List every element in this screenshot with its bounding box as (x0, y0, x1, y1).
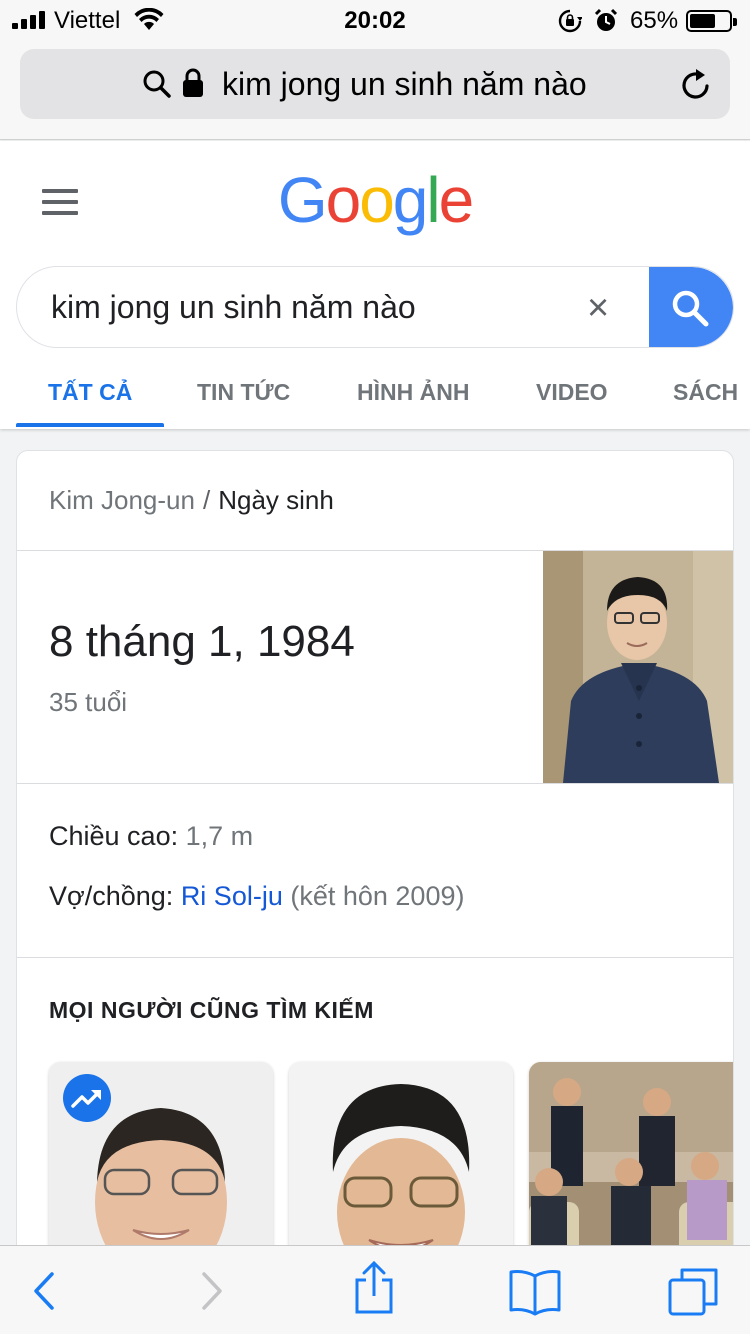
breadcrumb: Kim Jong-un / Ngày sinh (49, 485, 334, 516)
logo-letter: G (277, 164, 328, 236)
battery-percent: 65% (630, 7, 679, 34)
google-logo[interactable]: Google (0, 163, 750, 237)
person-photo[interactable] (543, 551, 733, 783)
logo-letter: o (359, 164, 395, 236)
clear-icon[interactable]: × (587, 289, 609, 327)
fact-spouse-label: Vợ/chồng: (49, 881, 174, 911)
tabs-icon[interactable] (668, 1266, 720, 1316)
rotation-lock-icon (558, 9, 582, 33)
search-button[interactable] (649, 267, 733, 347)
fact-spouse: Vợ/chồng: Ri Sol-ju (kết hôn 2009) (49, 881, 464, 912)
back-icon[interactable] (30, 1268, 58, 1314)
tab-news[interactable]: TIN TỨC (197, 379, 290, 406)
bookmarks-icon[interactable] (508, 1268, 562, 1316)
answer-birthdate: 8 tháng 1, 1984 (49, 617, 355, 666)
search-tabs: TẤT CẢ TIN TỨC HÌNH ẢNH VIDEO SÁCH (0, 367, 750, 429)
divider (17, 783, 733, 784)
tab-videos[interactable]: VIDEO (536, 379, 608, 406)
logo-letter: l (426, 164, 440, 236)
divider (17, 957, 733, 958)
trending-icon (63, 1074, 111, 1122)
fact-height-value: 1,7 m (185, 821, 254, 851)
fact-height-label: Chiều cao: (49, 821, 179, 851)
logo-letter: g (392, 164, 429, 236)
logo-letter: e (438, 164, 475, 236)
address-bar[interactable]: kim jong un sinh năm nào (20, 49, 730, 119)
spouse-link[interactable]: Ri Sol-ju (181, 881, 283, 911)
search-box[interactable]: kim jong un sinh năm nào × (16, 266, 734, 348)
search-icon (143, 70, 171, 98)
knowledge-card: Kim Jong-un / Ngày sinh 8 tháng 1, 1984 35… (16, 450, 734, 1334)
address-text: kim jong un sinh năm nào (222, 66, 587, 102)
browser-toolbar (0, 1245, 750, 1334)
tab-books[interactable]: SÁCH (673, 379, 738, 406)
tab-all[interactable]: TẤT CẢ (48, 379, 132, 406)
share-icon[interactable] (352, 1260, 396, 1316)
logo-letter: o (325, 164, 362, 236)
fact-spouse-note: (kết hôn 2009) (290, 881, 465, 911)
google-header: Google kim jong un sinh năm nào × TẤT CẢ… (0, 141, 750, 429)
breadcrumb-entity[interactable]: Kim Jong-un (49, 485, 195, 515)
breadcrumb-separator: / (202, 485, 211, 515)
search-input[interactable]: kim jong un sinh năm nào (51, 289, 416, 326)
lock-icon (183, 68, 203, 97)
tab-images[interactable]: HÌNH ẢNH (357, 379, 469, 406)
fact-height: Chiều cao: 1,7 m (49, 821, 253, 852)
battery-icon (686, 10, 737, 32)
search-icon (672, 290, 709, 327)
breadcrumb-attribute: Ngày sinh (218, 485, 334, 515)
browser-chrome: kim jong un sinh năm nào (0, 40, 750, 140)
status-bar: Viettel 20:02 65% (0, 0, 750, 40)
active-tab-indicator (16, 423, 164, 427)
people-also-search-header: MỌI NGƯỜI CŨNG TÌM KIẾM (49, 997, 374, 1023)
answer-age: 35 tuổi (49, 687, 128, 717)
alarm-icon (594, 8, 618, 31)
forward-icon[interactable] (198, 1268, 226, 1314)
reload-icon[interactable] (680, 67, 712, 101)
